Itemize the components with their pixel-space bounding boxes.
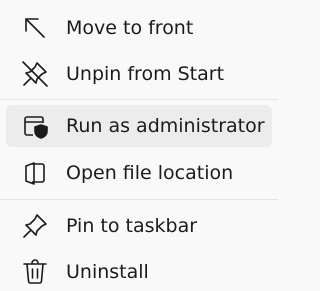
menu-item-open-file-location[interactable]: Open file location (6, 152, 272, 194)
pin-icon (20, 211, 50, 241)
context-menu: Move to front Unpin from Start Run as ad… (0, 0, 278, 291)
unpin-icon (20, 59, 50, 89)
menu-item-label: Unpin from Start (66, 63, 225, 85)
trash-icon (20, 257, 50, 287)
shield-window-icon (20, 111, 50, 141)
menu-item-label: Uninstall (66, 261, 149, 283)
menu-item-label: Open file location (66, 162, 234, 184)
arrow-up-left-icon (20, 13, 50, 43)
menu-item-run-as-administrator[interactable]: Run as administrator (6, 105, 272, 147)
menu-item-label: Run as administrator (66, 115, 265, 137)
menu-item-unpin-from-start[interactable]: Unpin from Start (6, 53, 272, 95)
menu-item-uninstall[interactable]: Uninstall (6, 251, 272, 291)
menu-item-label: Move to front (66, 17, 194, 39)
menu-item-label: Pin to taskbar (66, 215, 198, 237)
folder-open-icon (20, 158, 50, 188)
menu-separator (0, 199, 278, 200)
menu-item-pin-to-taskbar[interactable]: Pin to taskbar (6, 205, 272, 247)
menu-separator (0, 99, 278, 100)
menu-item-move-to-front[interactable]: Move to front (6, 7, 272, 49)
